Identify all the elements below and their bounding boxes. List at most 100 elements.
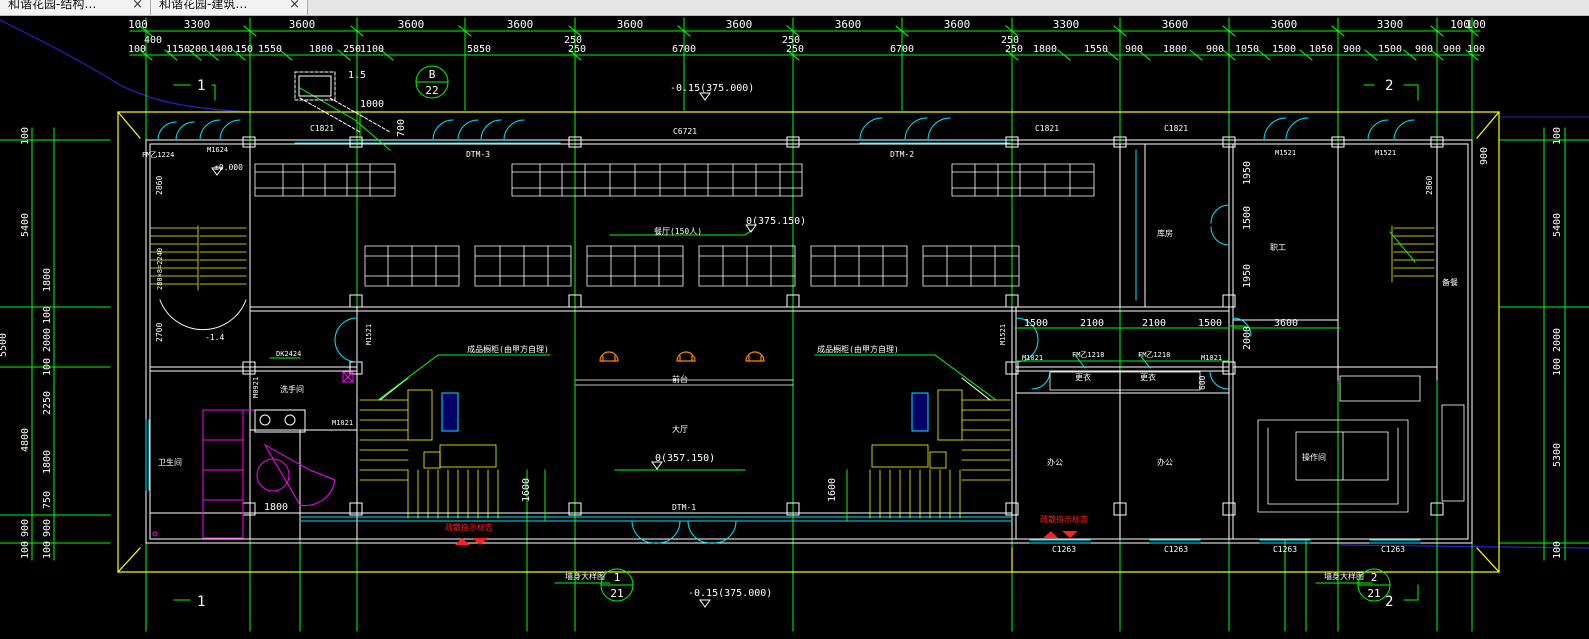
dim-text: 1150 <box>166 44 190 55</box>
dim-text: 1550 <box>1084 44 1108 55</box>
room-label: 备餐 <box>1442 277 1458 287</box>
door-label: FM乙1224 <box>142 151 174 159</box>
dim-text: 250 <box>1001 35 1019 46</box>
beam-label: DTM-2 <box>890 150 914 159</box>
dim-text: 100 <box>1552 358 1563 376</box>
tab-label: 和谐花园-建筑… <box>159 0 248 11</box>
tab-architecture-drawing[interactable]: 和谐花园-建筑… × <box>151 0 308 15</box>
door-label: DK2424 <box>276 350 301 358</box>
room-label: 办公 <box>1157 457 1173 467</box>
dim-text: 3600 <box>944 18 971 31</box>
dim-text: 1950 <box>1242 264 1253 288</box>
window-label: C1263 <box>1381 545 1405 554</box>
door-label: FM乙1218 <box>1138 351 1170 359</box>
door-label: M1624 <box>207 146 228 154</box>
dim-text: 3600 <box>398 18 425 31</box>
exit-sign-label: 疏散指示标志 <box>445 522 493 532</box>
room-label: 卫生间 <box>158 457 182 467</box>
dim-text: 2250 <box>42 391 53 415</box>
dim-text: 1500 <box>1272 44 1296 55</box>
door-label: M1021 <box>1201 354 1222 362</box>
section-sheet: 22 <box>425 84 438 97</box>
door-label: M1021 <box>332 419 353 427</box>
dim-text: 1800 <box>42 268 53 292</box>
window-label: C1263 <box>1273 545 1297 554</box>
tab-structure-drawing[interactable]: 和谐花园-结构… × <box>0 0 151 15</box>
dim-text: 1800 <box>1163 44 1187 55</box>
door-label: M1521 <box>1375 149 1396 157</box>
beam-label: DTM-3 <box>466 150 490 159</box>
room-label: 库房 <box>1157 228 1173 238</box>
dim-text: 2000 <box>1242 326 1253 350</box>
dim-text: 5400 <box>1552 213 1563 237</box>
dim-text: 1550 <box>258 44 282 55</box>
axis-label-left-top: 1 <box>197 78 205 94</box>
window-label: C1263 <box>1052 545 1076 554</box>
window-label: C6721 <box>673 127 697 136</box>
dim-text: 250 <box>564 35 582 46</box>
dim-text: 1100 <box>360 44 384 55</box>
floor-plan: 100 3300 3600 3600 3600 3600 3600 3600 3… <box>0 17 1589 632</box>
dim-text: 900 <box>1125 44 1143 55</box>
dim-text: 1800 <box>309 44 333 55</box>
tab-label: 和谐花园-结构… <box>8 0 97 11</box>
window-label: C1821 <box>310 124 334 133</box>
dim-text: 1400 <box>209 44 233 55</box>
beam-label: DTM-1 <box>672 503 696 512</box>
window-label: C1821 <box>1035 124 1059 133</box>
dim-text: 1800 <box>264 502 288 513</box>
axis-label-right-top: 2 <box>1385 78 1393 94</box>
dim-text: 100 <box>20 541 31 559</box>
dim-text: 100 <box>1466 18 1486 31</box>
dim-text: 2100 <box>1142 318 1166 329</box>
dim-text: -1.4 <box>205 333 224 342</box>
dim-text: 2700 <box>155 323 164 342</box>
dim-text: 2860 <box>1425 176 1434 195</box>
dim-text: 1000 <box>360 99 384 110</box>
detail-label: 墙身大样图 <box>565 571 605 581</box>
room-label: 洗手间 <box>280 384 304 394</box>
section-number: 2 <box>1371 571 1378 584</box>
dim-text: 900 <box>1206 44 1224 55</box>
axis-label-left-bottom: 1 <box>197 594 205 610</box>
dim-text: 100 <box>42 541 53 559</box>
door-label: FM乙1218 <box>1072 351 1104 359</box>
drawing-canvas[interactable]: 100 3300 3600 3600 3600 3600 3600 3600 3… <box>0 16 1589 639</box>
dim-text: 900 <box>1443 44 1461 55</box>
dim-text: 100 <box>1467 44 1485 55</box>
dim-text: 1500 <box>1242 206 1253 230</box>
dim-text: 100 <box>1552 541 1563 559</box>
room-label: 成品橱柜(由甲方自理) <box>817 344 899 354</box>
section-number: B <box>429 68 436 81</box>
dim-text: 5500 <box>0 333 9 357</box>
dim-text: 3600 <box>617 18 644 31</box>
dim-text: 2860 <box>155 176 164 195</box>
dim-text: 3600 <box>726 18 753 31</box>
elevation-label: 0(357.150) <box>655 453 715 464</box>
dim-text: 1050 <box>1235 44 1259 55</box>
dim-text: 5400 <box>20 213 31 237</box>
document-tab-bar: 和谐花园-结构… × 和谐花园-建筑… × <box>0 0 1589 16</box>
lamp-symbols <box>599 351 765 362</box>
dim-text: 1800 <box>1033 44 1057 55</box>
dim-text: 100 <box>20 127 31 145</box>
tab-close-icon[interactable]: × <box>289 0 300 11</box>
dim-text: 200 <box>189 44 207 55</box>
dim-text: 900 <box>20 519 31 537</box>
dim-text: 100 <box>1552 127 1563 145</box>
dim-text: 1500 <box>1378 44 1402 55</box>
site-boundary-line <box>0 19 251 113</box>
door-label: M1521 <box>1275 149 1296 157</box>
dim-text: 900 <box>1415 44 1433 55</box>
dim-text: 1600 <box>827 478 838 502</box>
elevation-label: ±0.000 <box>214 163 243 172</box>
dim-text: 3600 <box>507 18 534 31</box>
room-label: 餐厅(150人) <box>654 227 702 236</box>
dim-text: 250 <box>343 44 361 55</box>
section-sheet: 21 <box>1367 587 1380 600</box>
dim-text: 3300 <box>1053 18 1080 31</box>
dim-text: 900 <box>42 519 53 537</box>
dim-text: 2000 <box>42 328 53 352</box>
dim-text: 250 <box>782 35 800 46</box>
tab-close-icon[interactable]: × <box>132 0 143 11</box>
